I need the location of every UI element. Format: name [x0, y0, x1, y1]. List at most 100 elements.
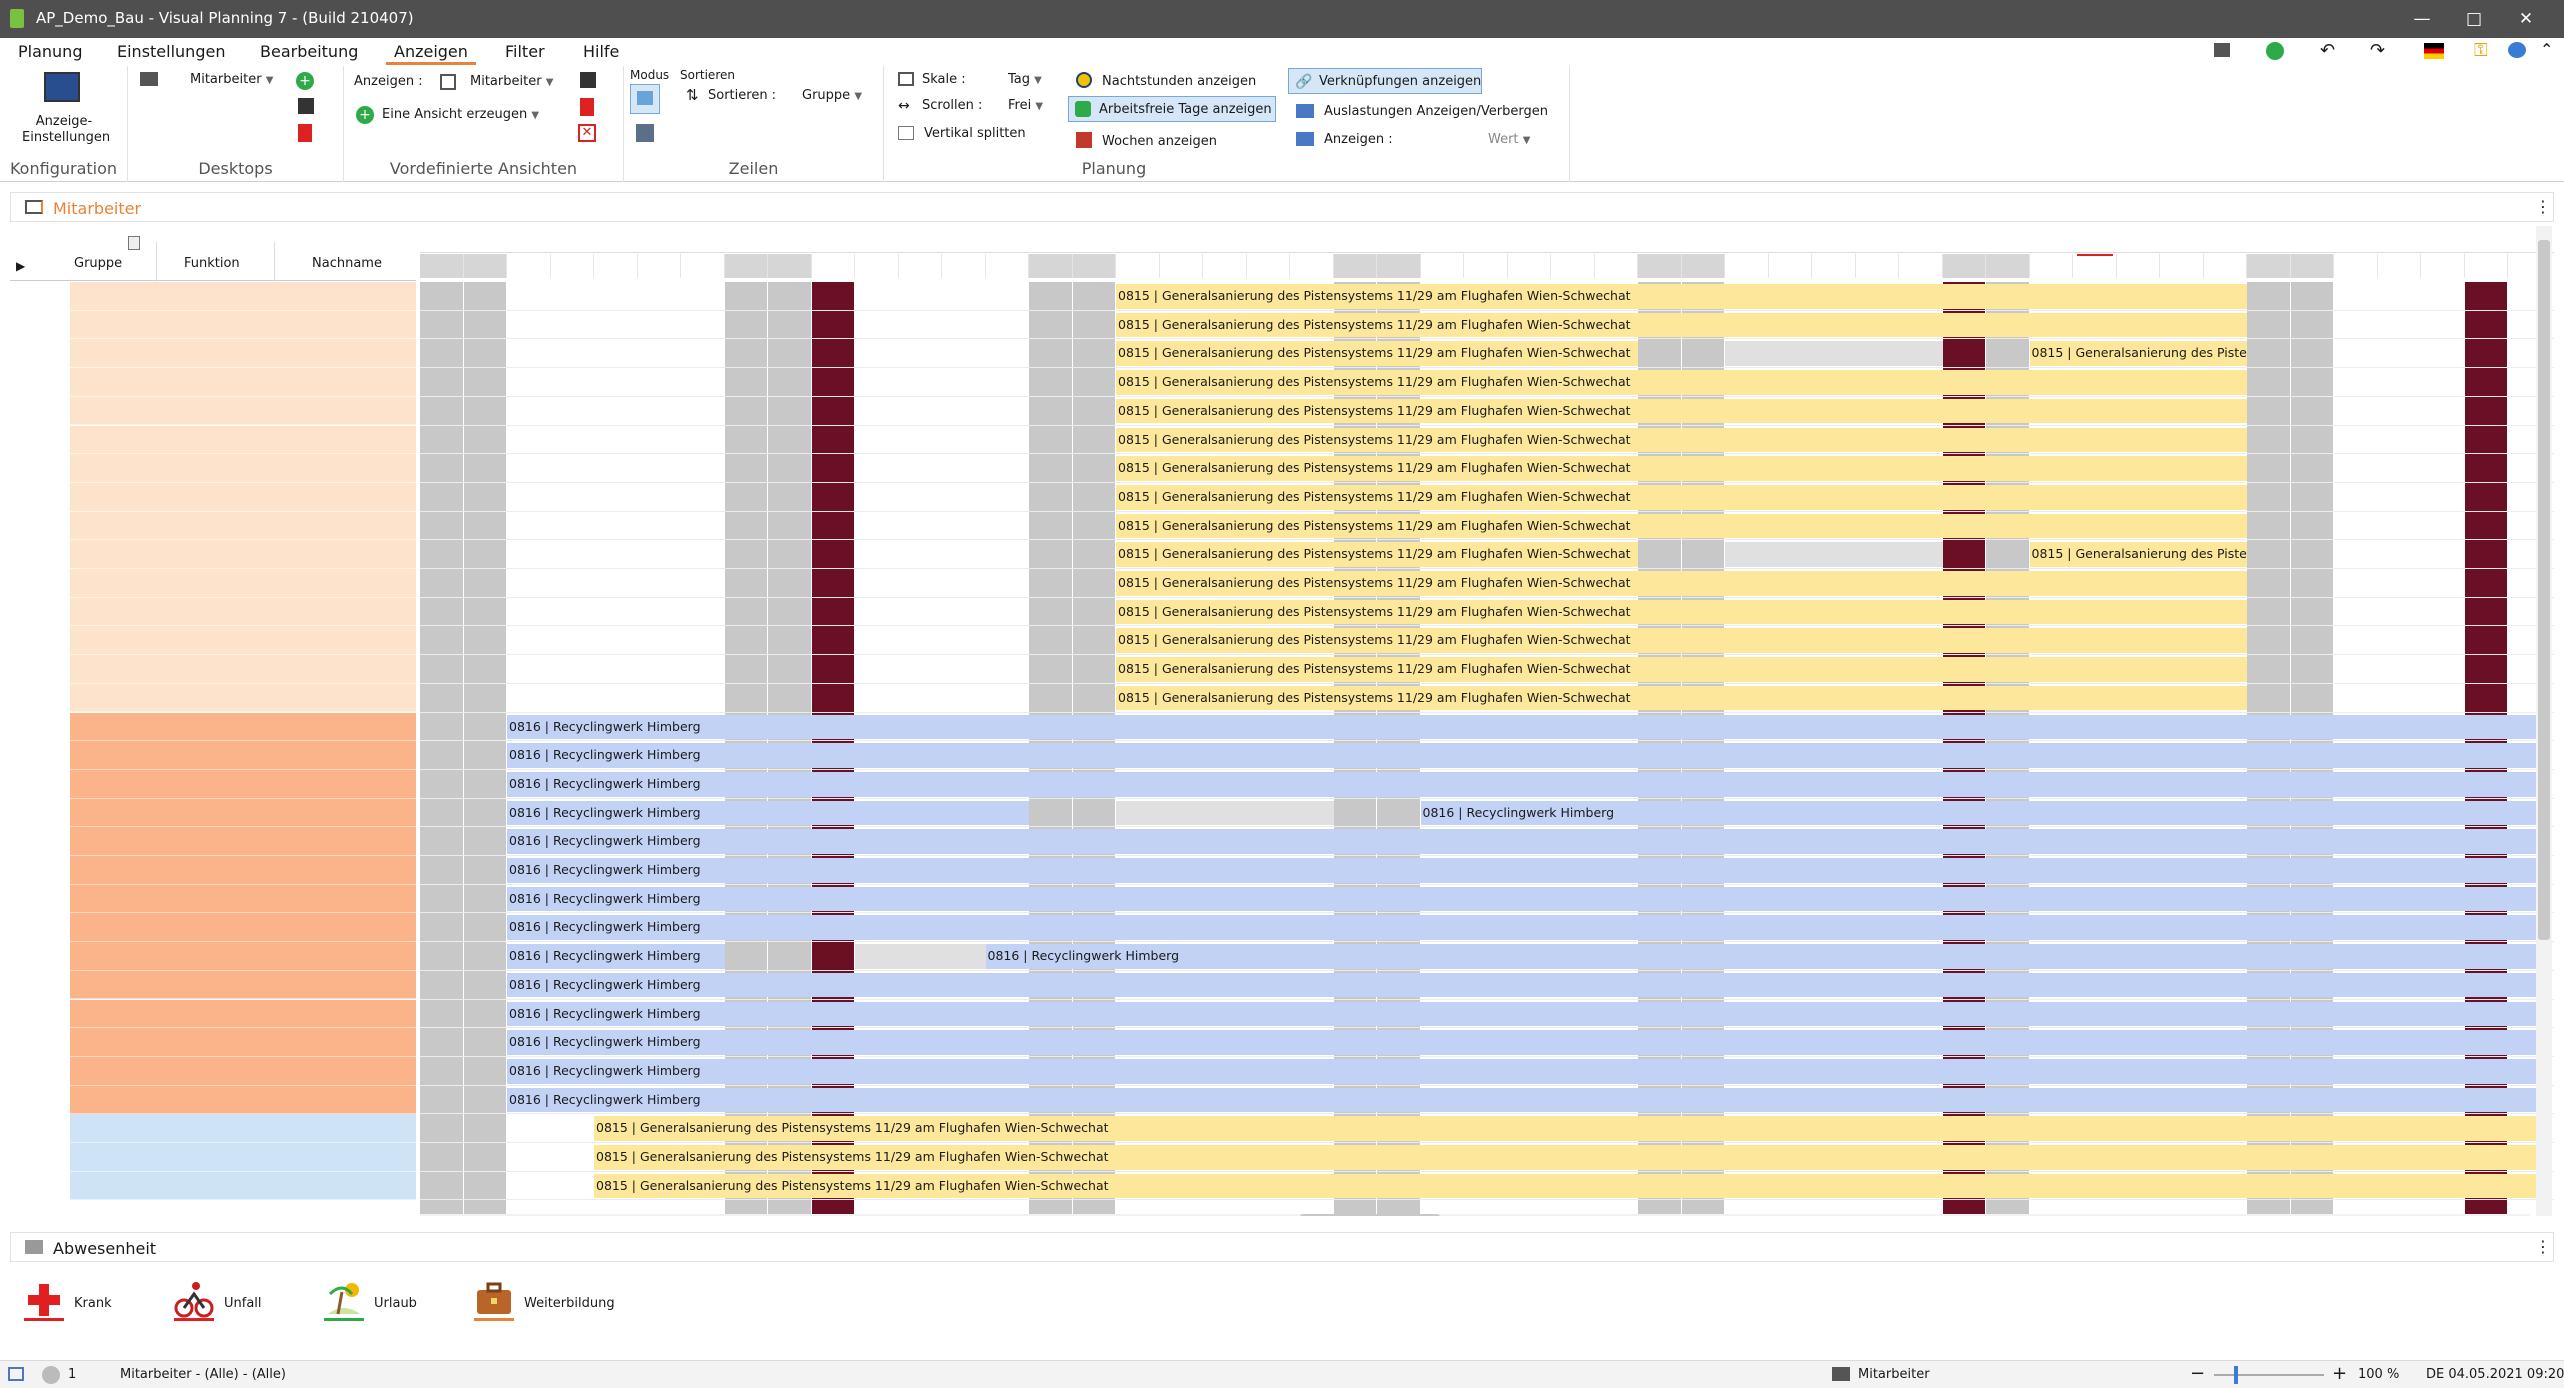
project-bar-0816[interactable]: 0816 | Recyclingwerk Himberg	[507, 771, 2552, 797]
scroll-thumb[interactable]	[2538, 240, 2550, 940]
project-bar-0815[interactable]: 0815 | Generalsanierung des Pistensystem…	[594, 1173, 2552, 1199]
day-header[interactable]	[1551, 254, 1595, 278]
day-header[interactable]	[2073, 254, 2117, 278]
day-header[interactable]	[681, 254, 725, 278]
verknuepfungen-button[interactable]: 🔗 Verknüpfungen anzeigen	[1288, 68, 1482, 94]
day-header[interactable]	[1768, 254, 1812, 278]
project-bar-0816[interactable]: 0816 | Recyclingwerk Himberg	[1420, 800, 2552, 826]
absence-urlaub[interactable]: Urlaub	[324, 1280, 454, 1326]
day-header[interactable]	[1638, 254, 1682, 278]
day-header[interactable]	[1942, 254, 1986, 278]
day-header[interactable]	[2247, 254, 2291, 278]
project-bar-0816[interactable]: 0816 | Recyclingwerk Himberg	[507, 1030, 2552, 1055]
day-header[interactable]	[1116, 254, 1160, 278]
day-header[interactable]	[507, 254, 551, 278]
project-bar-0815[interactable]: 0815 | Generalsanierung des Pister	[2029, 542, 2247, 567]
maximize-button[interactable]: □	[2456, 5, 2492, 33]
project-bar-0815[interactable]: 0815 | Generalsanierung des Pistensystem…	[1116, 513, 2247, 539]
day-header[interactable]	[985, 254, 1029, 278]
minimize-button[interactable]: —	[2404, 5, 2440, 33]
day-header[interactable]	[1855, 254, 1899, 278]
day-header[interactable]	[942, 254, 986, 278]
project-bar-0815[interactable]: 0815 | Generalsanierung des Pister	[2029, 341, 2247, 367]
day-header[interactable]	[1812, 254, 1856, 278]
online-status-icon[interactable]	[2266, 42, 2284, 60]
menu-filter[interactable]: Filter	[505, 42, 545, 61]
day-header[interactable]	[2029, 254, 2073, 278]
absence-unfall[interactable]: Unfall	[174, 1280, 304, 1326]
project-bar-0816[interactable]: 0816 | Recyclingwerk Himberg	[507, 714, 2552, 740]
project-bar-0815[interactable]: 0815 | Generalsanierung des Pistensystem…	[1116, 456, 2247, 481]
nachtstunden-button[interactable]: Nachtstunden anzeigen	[1102, 74, 1256, 89]
day-header[interactable]	[898, 254, 942, 278]
column-filter-icon[interactable]	[128, 236, 140, 250]
project-bar-0815[interactable]: 0815 | Generalsanierung des Pistensystem…	[1116, 542, 1638, 567]
day-header[interactable]	[724, 254, 768, 278]
close-button[interactable]: ✕	[2508, 5, 2544, 33]
project-bar-0816[interactable]: 0816 | Recyclingwerk Himberg	[507, 1058, 2552, 1084]
chat-icon[interactable]	[2508, 42, 2526, 58]
absence-weiterbildung[interactable]: Weiterbildung	[474, 1280, 634, 1326]
modus-button[interactable]	[630, 84, 660, 114]
day-header[interactable]	[2464, 254, 2508, 278]
menu-hilfe[interactable]: Hilfe	[583, 42, 619, 61]
project-bar-0815[interactable]: 0815 | Generalsanierung des Pistensystem…	[1116, 427, 2247, 453]
day-header[interactable]	[550, 254, 594, 278]
project-bar-0815[interactable]: 0815 | Generalsanierung des Pistensystem…	[1116, 341, 1638, 367]
project-bar-0816[interactable]: 0816 | Recyclingwerk Himberg	[507, 1001, 2552, 1027]
project-bar-0816[interactable]: 0816 | Recyclingwerk Himberg	[507, 743, 2552, 768]
column-header-gruppe[interactable]: Gruppe	[74, 252, 122, 276]
day-header[interactable]	[2290, 254, 2334, 278]
day-header[interactable]	[1246, 254, 1290, 278]
anzeige-einstellungen-button[interactable]: Anzeige-Einstellungen	[22, 114, 110, 146]
zoom-in-button[interactable]: +	[2332, 1363, 2347, 1384]
zoom-slider[interactable]	[2214, 1374, 2324, 1376]
desktops-dropdown[interactable]: Mitarbeiter ▼	[190, 72, 273, 87]
day-header[interactable]	[2421, 254, 2465, 278]
menu-einstellungen[interactable]: Einstellungen	[117, 42, 225, 61]
project-bar-0816[interactable]: 0816 | Recyclingwerk Himberg	[507, 829, 2552, 854]
day-header[interactable]	[2203, 254, 2247, 278]
day-header[interactable]	[1681, 254, 1725, 278]
project-bar-0815[interactable]: 0815 | Generalsanierung des Pistensystem…	[1116, 484, 2247, 510]
day-header[interactable]	[1333, 254, 1377, 278]
day-header[interactable]	[1986, 254, 2030, 278]
day-header[interactable]	[1507, 254, 1551, 278]
create-view-button[interactable]: Eine Ansicht erzeugen ▼	[382, 107, 539, 122]
project-bar-0816[interactable]: 0816 | Recyclingwerk Himberg	[507, 886, 2552, 912]
delete-view-icon[interactable]	[580, 98, 594, 116]
day-header[interactable]	[768, 254, 812, 278]
day-header[interactable]	[420, 254, 464, 278]
project-bar-0815[interactable]: 0815 | Generalsanierung des Pistensystem…	[594, 1116, 2552, 1141]
project-bar-0815[interactable]: 0815 | Generalsanierung des Pistensystem…	[594, 1145, 2552, 1170]
day-header[interactable]	[2334, 254, 2378, 278]
absence-krank[interactable]: Krank	[24, 1280, 144, 1326]
day-header[interactable]	[1420, 254, 1464, 278]
day-header[interactable]	[1594, 254, 1638, 278]
zoom-out-button[interactable]: −	[2190, 1363, 2205, 1384]
horizontal-scrollbar[interactable]	[420, 1214, 2530, 1216]
key-icon[interactable]: ⚿	[2474, 40, 2488, 61]
reset-view-icon[interactable]: ✕	[578, 124, 596, 142]
arbeitsfreie-tage-button[interactable]: Arbeitsfreie Tage anzeigen	[1068, 96, 1276, 122]
day-header[interactable]	[811, 254, 855, 278]
undo-icon[interactable]: ↶	[2320, 40, 2335, 61]
project-bar-0815[interactable]: 0815 | Generalsanierung des Pistensystem…	[1116, 370, 2247, 395]
select-all-arrow[interactable]: ▶	[16, 256, 25, 276]
day-header[interactable]	[1377, 254, 1421, 278]
panel-menu-icon[interactable]: ⋮	[2535, 1237, 2551, 1256]
desktop-switch-icon[interactable]	[2214, 43, 2230, 57]
day-header[interactable]	[1203, 254, 1247, 278]
project-bar-0816[interactable]: 0816 | Recyclingwerk Himberg	[507, 972, 2552, 998]
day-header[interactable]	[2116, 254, 2160, 278]
project-bar-0816[interactable]: 0816 | Recyclingwerk Himberg	[985, 944, 2552, 969]
menu-anzeigen[interactable]: Anzeigen	[386, 42, 476, 65]
auslastungen-button[interactable]: Auslastungen Anzeigen/Verbergen	[1324, 104, 1548, 119]
status-filter[interactable]: Mitarbeiter - (Alle) - (Alle)	[120, 1367, 286, 1382]
project-bar-0815[interactable]: 0815 | Generalsanierung des Pistensystem…	[1116, 284, 2247, 309]
collapse-ribbon-icon[interactable]: ⌃	[2540, 40, 2553, 59]
vertical-scrollbar[interactable]	[2536, 226, 2552, 1216]
project-bar-0816[interactable]: 0816 | Recyclingwerk Himberg	[507, 915, 2552, 941]
day-header[interactable]	[1072, 254, 1116, 278]
menu-planung[interactable]: Planung	[18, 42, 82, 61]
